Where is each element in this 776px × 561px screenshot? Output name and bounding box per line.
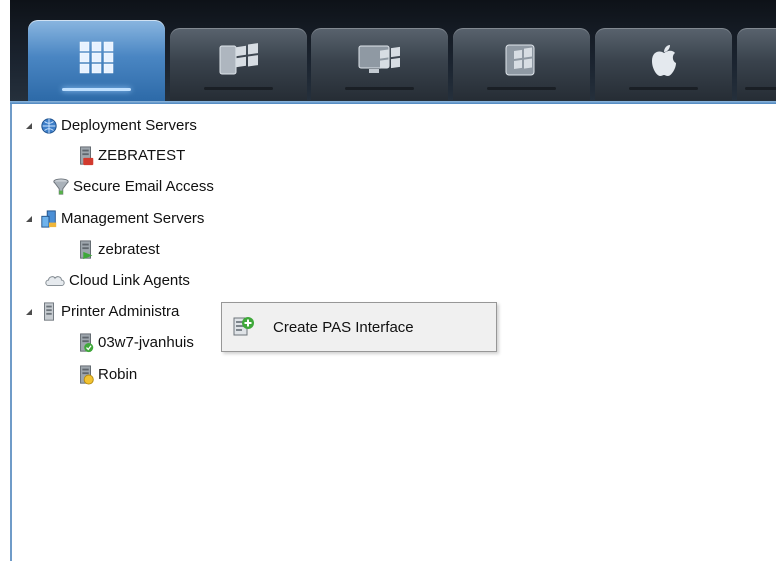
expanded-arrow-icon[interactable] [24,307,34,317]
tab-indicator [204,87,273,90]
tree-item-label: zebratest [98,241,160,258]
printer-server-icon [44,302,54,321]
server-green-check-icon [80,333,94,353]
management-server-icon [41,210,57,228]
server-red-icon [80,146,94,166]
tree-item-label: ZEBRATEST [98,147,186,164]
cloud-icon [45,276,65,287]
tab-apple[interactable] [595,28,732,100]
tab-indicator [487,87,556,90]
tree-item-cloud-link-agents[interactable]: Cloud Link Agents [44,267,190,295]
server-yellow-icon [80,365,94,385]
tree-item-label: Printer Administra [61,303,180,320]
tree-item-printer-administration[interactable]: Printer Administra [24,298,179,326]
tree-item-secure-email-access[interactable]: Secure Email Access [52,173,214,201]
apple-icon [651,45,676,76]
tab-active-indicator [62,88,131,91]
globe-server-icon [41,118,57,134]
platform-tab-bar [10,0,776,104]
expanded-arrow-icon[interactable] [24,121,34,131]
tree-item-robin[interactable]: Robin [77,361,137,389]
tree-item-label: Cloud Link Agents [69,272,190,289]
tree-item-label: 03w7-jvanhuis [98,334,194,351]
app-window: Deployment Servers ZEBRATEST Secure Emai… [0,0,776,561]
tab-partial[interactable] [737,28,776,100]
windows-mobile-icon [219,43,258,75]
tree-item-zebratest-management[interactable]: zebratest [77,236,160,264]
tree-item-label: Robin [98,366,138,383]
context-menu: Create PAS Interface [221,302,497,352]
tab-windows-mobile[interactable] [170,28,307,100]
tree-item-label: Management Servers [61,210,205,227]
tab-windows-tablet[interactable] [453,28,590,100]
windows-tablet-icon [505,44,534,76]
expanded-arrow-icon[interactable] [24,214,34,224]
grid-icon [79,41,113,74]
funnel-icon [53,178,69,195]
windows-desktop-icon [358,45,400,73]
tree-item-management-servers[interactable]: Management Servers [24,205,204,233]
tab-windows-desktop[interactable] [311,28,448,100]
menu-item-label: Create PAS Interface [273,318,414,336]
tab-indicator [629,87,698,90]
tree-item-deployment-servers[interactable]: Deployment Servers [24,112,197,140]
tree-item-label: Deployment Servers [61,117,197,134]
tab-all-platforms[interactable] [28,20,165,101]
tab-indicator [745,87,776,90]
tab-indicator [345,87,414,90]
create-interface-icon [233,317,254,336]
server-green-icon [80,240,93,260]
tree-item-03w7-jvanhuis[interactable]: 03w7-jvanhuis [77,329,194,357]
panel-left-border [10,104,12,561]
tree-item-zebratest-deployment[interactable]: ZEBRATEST [77,142,185,170]
tree-item-label: Secure Email Access [73,178,214,195]
create-pas-interface-menu-item[interactable]: Create PAS Interface [225,306,493,348]
